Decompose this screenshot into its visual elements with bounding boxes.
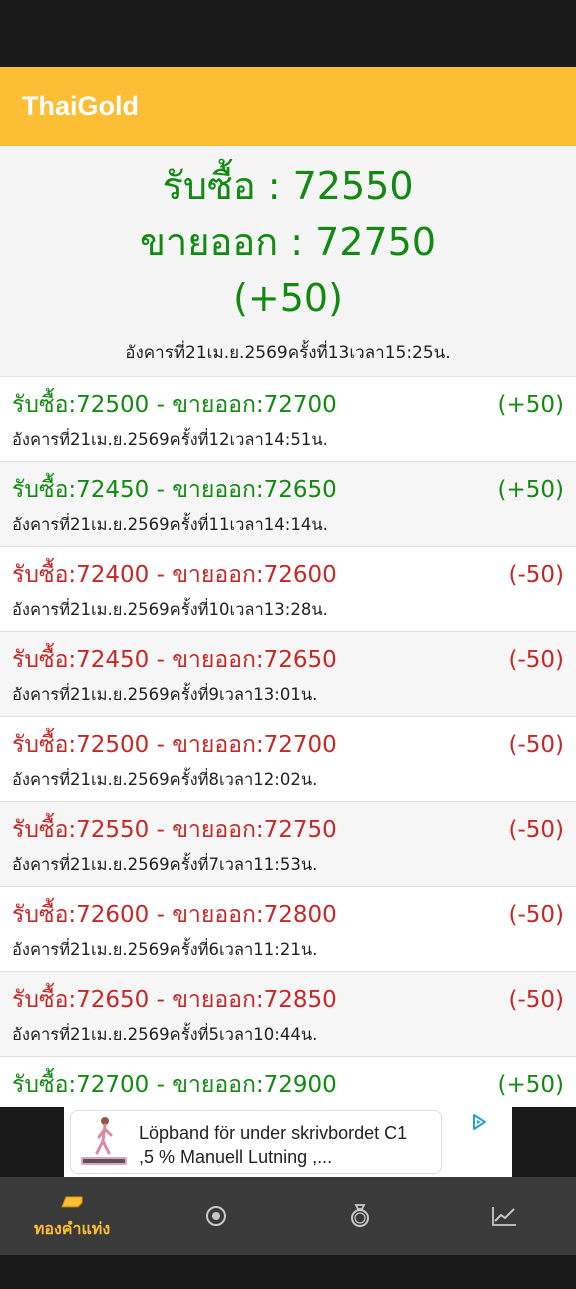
history-price: รับซื้อ:72550 - ขายออก:72750 (12, 817, 337, 843)
history-time: อังคารที่21เม.ย.2569ครั้งที่9เวลา13:01น. (12, 685, 318, 704)
history-change: (+50) (497, 392, 564, 418)
history-price: รับซื้อ:72500 - ขายออก:72700 (12, 392, 337, 418)
history-time: อังคารที่21เม.ย.2569ครั้งที่5เวลา10:44น. (12, 1025, 318, 1044)
current-change: (+50) (233, 276, 343, 320)
bottom-navigation: ทองคำแท่ง (0, 1177, 576, 1255)
history-row[interactable]: รับซื้อ:72400 - ขายออก:72600 (-50) อังคา… (0, 547, 576, 632)
ring-icon (351, 1204, 369, 1227)
history-time: อังคารที่21เม.ย.2569ครั้งที่11เวลา14:14น… (12, 515, 328, 534)
nav-tab-gold-bar[interactable]: ทองคำแท่ง (0, 1177, 144, 1255)
history-change: (+50) (497, 1072, 564, 1098)
nav-tab-gold-bar-label: ทองคำแท่ง (33, 1218, 111, 1238)
history-time: อังคารที่21เม.ย.2569ครั้งที่10เวลา13:28น… (12, 600, 328, 619)
history-price: รับซื้อ:72700 - ขายออก:72900 (12, 1072, 337, 1098)
history-price: รับซื้อ:72600 - ขายออก:72800 (12, 902, 337, 928)
nav-tab-ornament[interactable] (144, 1177, 288, 1255)
radio-target-icon (206, 1206, 226, 1226)
trend-chart-icon (492, 1207, 516, 1226)
current-timestamp: อังคารที่21เม.ย.2569ครั้งที่13เวลา15:25น… (125, 343, 451, 363)
history-price: รับซื้อ:72650 - ขายออก:72850 (12, 987, 337, 1013)
ad-text: Löpband för under skrivbordet C1 ,5 % Ma… (139, 1121, 439, 1169)
status-bar (0, 0, 576, 67)
history-row[interactable]: รับซื้อ:72450 - ขายออก:72650 (+50) อังคา… (0, 462, 576, 547)
app-bar: ThaiGold (0, 67, 576, 146)
history-price: รับซื้อ:72450 - ขายออก:72650 (12, 477, 337, 503)
history-change: (-50) (508, 817, 564, 843)
history-price: รับซื้อ:72400 - ขายออก:72600 (12, 562, 337, 588)
history-change: (-50) (508, 647, 564, 673)
nav-tab-jewelry[interactable] (288, 1177, 432, 1255)
history-change: (-50) (508, 562, 564, 588)
history-row[interactable]: รับซื้อ:72650 - ขายออก:72850 (-50) อังคา… (0, 972, 576, 1057)
history-row[interactable]: รับซื้อ:72500 - ขายออก:72700 (+50) อังคา… (0, 377, 576, 462)
history-change: (-50) (508, 987, 564, 1013)
current-sell-price: ขายออก : 72750 (139, 220, 437, 264)
history-time: อังคารที่21เม.ย.2569ครั้งที่8เวลา12:02น. (12, 770, 318, 789)
ad-choices-icon[interactable] (470, 1113, 488, 1131)
history-price: รับซื้อ:72450 - ขายออก:72650 (12, 647, 337, 673)
history-time: อังคารที่21เม.ย.2569ครั้งที่7เวลา11:53น. (12, 855, 318, 874)
history-price: รับซื้อ:72500 - ขายออก:72700 (12, 732, 337, 758)
ad-line-1: Löpband för under skrivbordet C1 (139, 1123, 408, 1143)
app-title: ThaiGold (22, 91, 139, 121)
nav-tab-chart[interactable] (432, 1177, 576, 1255)
history-time: อังคารที่21เม.ย.2569ครั้งที่12เวลา14:51น… (12, 430, 328, 449)
history-change: (-50) (508, 732, 564, 758)
history-row[interactable]: รับซื้อ:72500 - ขายออก:72700 (-50) อังคา… (0, 717, 576, 802)
history-row[interactable]: รับซื้อ:72700 - ขายออก:72900 (+50) (0, 1057, 576, 1107)
system-nav-bar (0, 1255, 576, 1289)
history-time: อังคารที่21เม.ย.2569ครั้งที่6เวลา11:21น. (12, 940, 318, 959)
history-row[interactable]: รับซื้อ:72450 - ขายออก:72650 (-50) อังคา… (0, 632, 576, 717)
history-row[interactable]: รับซื้อ:72600 - ขายออก:72800 (-50) อังคา… (0, 887, 576, 972)
price-history-list[interactable]: รับซื้อ:72500 - ขายออก:72700 (+50) อังคา… (0, 377, 576, 1107)
treadmill-image (75, 1113, 133, 1171)
history-row[interactable]: รับซื้อ:72550 - ขายออก:72750 (-50) อังคา… (0, 802, 576, 887)
current-price-panel: รับซื้อ : 72550 ขายออก : 72750 (+50) อัง… (0, 146, 576, 377)
history-change: (+50) (497, 477, 564, 503)
history-change: (-50) (508, 902, 564, 928)
gold-bar-icon (61, 1196, 83, 1207)
ad-card[interactable]: Löpband för under skrivbordet C1 ,5 % Ma… (70, 1110, 442, 1174)
ad-line-2: ,5 % Manuell Lutning ,... (139, 1147, 333, 1167)
ad-banner[interactable]: Löpband för under skrivbordet C1 ,5 % Ma… (64, 1107, 512, 1177)
current-buy-price: รับซื้อ : 72550 (162, 164, 414, 208)
